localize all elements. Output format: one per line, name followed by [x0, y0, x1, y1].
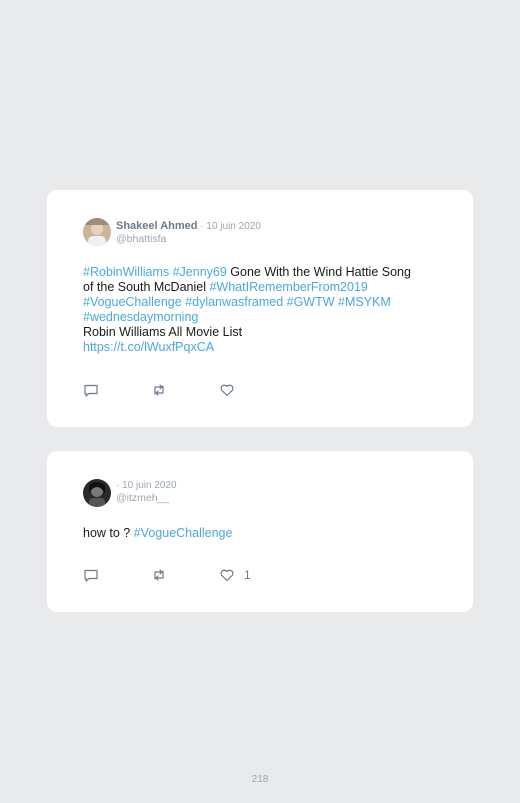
like-icon[interactable] [219, 382, 235, 398]
tweet-text-plain: Gone With the Wind Hattie Song [226, 265, 411, 279]
tweet-card: · 10 juin 2020 @itzmeh__ how to ? #Vogue… [47, 451, 473, 612]
author-handle[interactable]: @bhattisfa [116, 233, 261, 246]
tweet-meta: Shakeel Ahmed · 10 juin 2020 @bhattisfa [116, 220, 261, 246]
hashtag[interactable]: #VogueChallenge [134, 526, 233, 540]
tweet-card: Shakeel Ahmed · 10 juin 2020 @bhattisfa … [47, 190, 473, 427]
tweet-text: how to ? #VogueChallenge [83, 526, 443, 541]
tweet-text-plain: of the South McDaniel [83, 280, 210, 294]
reply-icon[interactable] [83, 382, 99, 398]
page-number: 218 [251, 774, 269, 785]
hashtag[interactable]: #wednesdaymorning [83, 310, 443, 325]
reply-icon[interactable] [83, 567, 99, 583]
hashtag[interactable]: #WhatIRememberFrom2019 [209, 280, 367, 294]
avatar[interactable] [83, 479, 111, 507]
author-handle[interactable]: @itzmeh__ [116, 492, 177, 505]
tweet-date[interactable]: · 10 juin 2020 [198, 221, 261, 232]
tweet-actions: 1 [83, 567, 251, 583]
retweet-icon[interactable] [151, 382, 167, 398]
hashtag[interactable]: #RobinWilliams #Jenny69 [83, 265, 227, 279]
tweet-date[interactable]: · 10 juin 2020 [116, 480, 177, 491]
tweet-link[interactable]: https://t.co/lWuxfPqxCA [83, 340, 443, 355]
tweet-text-plain: Robin Williams All Movie List [83, 325, 243, 339]
like-button[interactable]: 1 [219, 567, 251, 583]
tweet-text: #RobinWilliams #Jenny69 Gone With the Wi… [83, 265, 443, 355]
like-icon[interactable] [219, 567, 235, 583]
retweet-icon[interactable] [151, 567, 167, 583]
tweet-text-plain: how to ? [83, 526, 134, 540]
author-name[interactable]: Shakeel Ahmed [116, 220, 198, 232]
hashtag[interactable]: #VogueChallenge #dylanwasframed #GWTW #M… [83, 295, 443, 310]
tweet-actions [83, 382, 244, 398]
page: Shakeel Ahmed · 10 juin 2020 @bhattisfa … [0, 0, 520, 803]
like-button[interactable] [219, 382, 244, 398]
tweet-meta: · 10 juin 2020 @itzmeh__ [116, 479, 177, 505]
avatar[interactable] [83, 218, 111, 246]
like-count: 1 [244, 568, 251, 582]
